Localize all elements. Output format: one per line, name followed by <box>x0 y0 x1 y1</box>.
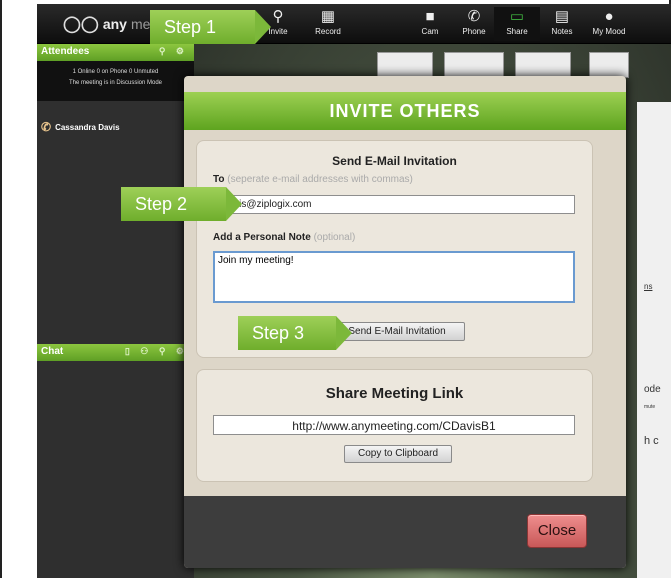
stage-thumbnail[interactable] <box>515 52 571 78</box>
meeting-link-field[interactable]: http://www.anymeeting.com/CDavisB1 <box>213 415 575 435</box>
person-icon: ● <box>604 8 614 25</box>
note-hint: (optional) <box>313 232 356 243</box>
step2-callout: Step 2 <box>121 187 242 221</box>
dialog-title: INVITE OTHERS <box>184 92 626 130</box>
attendee-name: Cassandra Davis <box>55 122 120 132</box>
link-section-title: Share Meeting Link <box>325 385 464 402</box>
chat-header: Chat ▯ ⚇ ⚲ ⚙ <box>37 344 194 361</box>
right-panel-link[interactable]: ns <box>644 282 652 291</box>
phone-icon: ✆ <box>467 8 481 25</box>
chat-panel: Chat ▯ ⚇ ⚲ ⚙ <box>37 344 194 361</box>
chat-title: Chat <box>41 346 64 357</box>
share-link-card: Share Meeting Link http://www.anymeeting… <box>196 369 593 482</box>
step3-callout: Step 3 <box>238 316 352 350</box>
logo-icon: ◯◯ <box>63 16 99 33</box>
left-sidebar: Attendees ⚲ ⚙ 1 Online 0 on Phone 0 Unmu… <box>37 44 194 578</box>
copy-to-clipboard-button[interactable]: Copy to Clipboard <box>344 445 452 463</box>
right-panel-text: h c <box>644 435 659 447</box>
stage-thumbnail[interactable] <box>377 52 433 78</box>
personal-note-label: Add a Personal Note (optional) <box>213 232 356 243</box>
logo-text: any <box>102 16 127 32</box>
to-label: To (seperate e-mail addresses with comma… <box>213 174 413 185</box>
close-button[interactable]: Close <box>527 514 587 548</box>
to-hint: (seperate e-mail addresses with commas) <box>227 174 413 185</box>
monitor-icon: ▭ <box>509 8 525 25</box>
step1-callout: Step 1 <box>150 10 271 44</box>
cam-button[interactable]: ■ Cam <box>407 7 453 41</box>
email-section-title: Send E-Mail Invitation <box>332 154 457 168</box>
camera-icon: ■ <box>425 8 435 25</box>
attendees-header: Attendees ⚲ ⚙ <box>37 44 194 61</box>
attendee-item[interactable]: ✆ Cassandra Davis <box>41 120 120 134</box>
chat-body <box>37 364 194 578</box>
right-panel-text: ode <box>644 384 661 395</box>
notes-button[interactable]: ▤ Notes <box>539 7 585 41</box>
attendee-stats: 1 Online 0 on Phone 0 Unmuted The meetin… <box>37 61 194 101</box>
phone-button[interactable]: ✆ Phone <box>451 7 497 41</box>
stats-mode: The meeting is in Discussion Mode <box>68 80 163 86</box>
to-email-input[interactable]: cdavis@ziplogix.com <box>213 195 575 214</box>
my-mood-button[interactable]: ● My Mood <box>586 7 632 41</box>
share-button[interactable]: ▭ Share <box>494 7 540 41</box>
attendees-title: Attendees <box>41 46 90 57</box>
stage-thumbnail[interactable] <box>444 52 504 78</box>
record-button[interactable]: ▦ Record <box>305 7 351 41</box>
top-toolbar: ◯◯ any meeti ⚲ Invite ▦ Record ■ Cam ✆ Phone … <box>37 4 671 44</box>
film-icon: ▦ <box>320 8 336 25</box>
stats-counts: 1 Online 0 on Phone 0 Unmuted <box>72 69 159 75</box>
right-panel <box>637 102 671 578</box>
phone-icon: ✆ <box>41 120 52 134</box>
right-panel-text: mute <box>644 404 656 410</box>
stage-thumbnail[interactable] <box>589 52 629 78</box>
notes-icon: ▤ <box>554 8 570 25</box>
personal-note-textarea[interactable]: Join my meeting! <box>213 251 575 303</box>
attendees-header-icons[interactable]: ⚲ ⚙ <box>159 46 188 57</box>
chat-header-icons[interactable]: ▯ ⚇ ⚲ ⚙ <box>125 346 188 357</box>
